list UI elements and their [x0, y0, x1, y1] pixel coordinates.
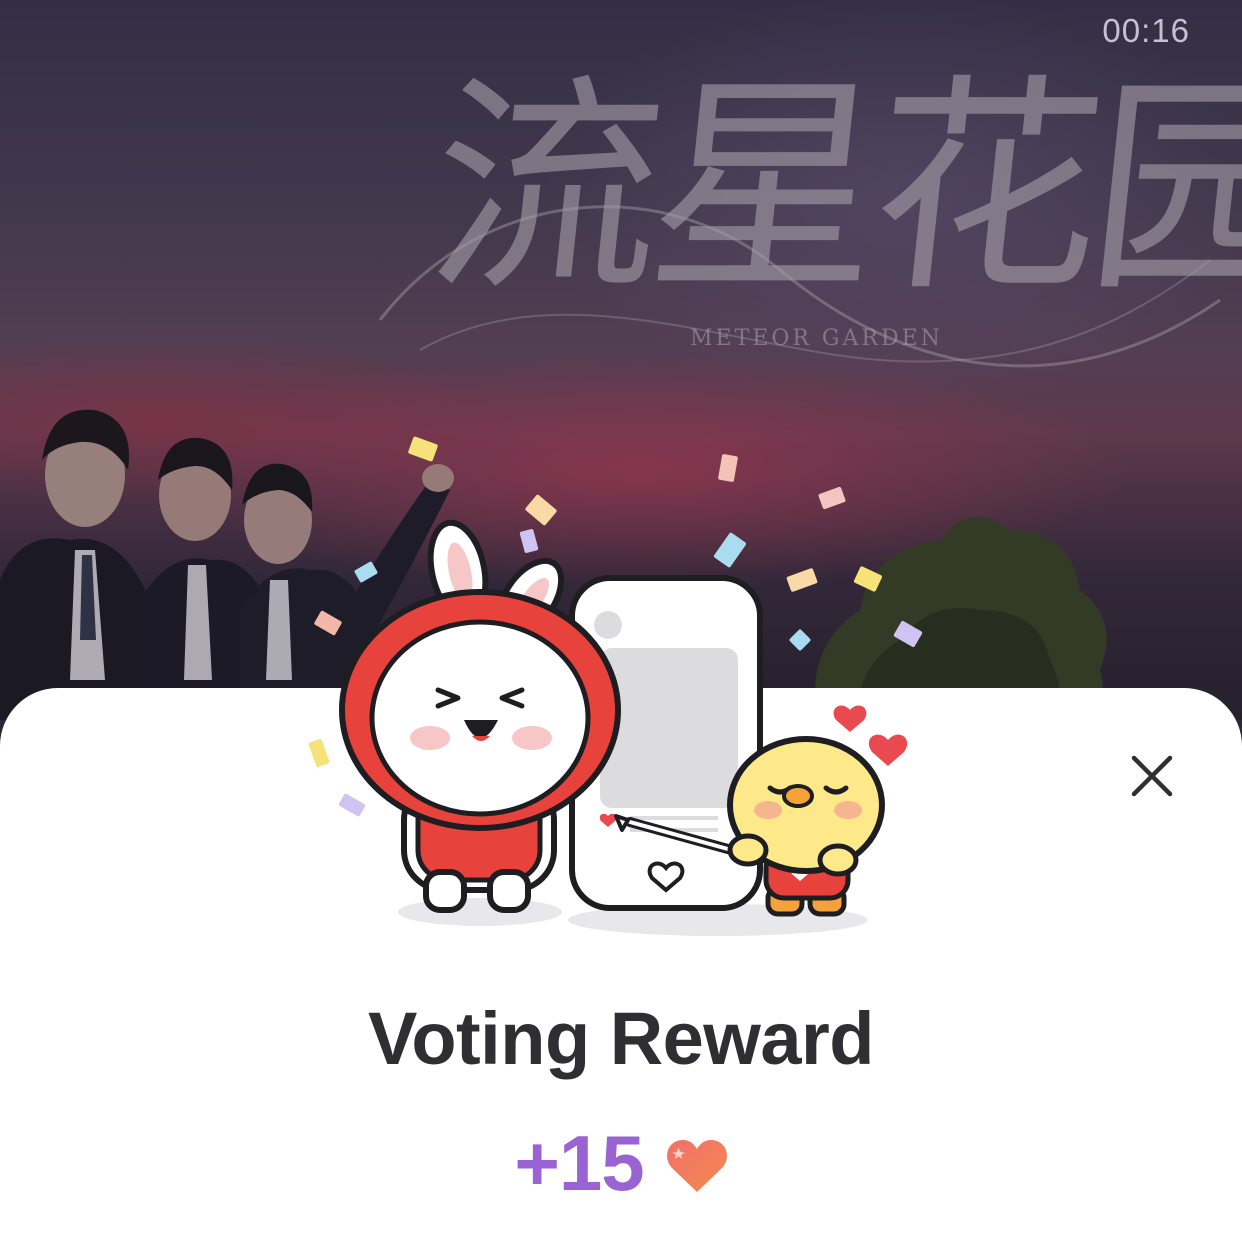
reward-amount-row: +15 [0, 1118, 1242, 1208]
reward-title: Voting Reward [367, 997, 875, 1080]
close-icon [1131, 755, 1173, 797]
reward-amount: +15 [514, 1118, 644, 1207]
heart-icon [666, 1140, 727, 1192]
video-timer: 00:16 [1102, 12, 1190, 49]
close-button[interactable] [1116, 740, 1188, 812]
screen: 流星花园 METEOR GARDEN 00:16 Voting Reward +… [0, 0, 1242, 1242]
ground-shadow [398, 898, 562, 926]
celebration-illustration [308, 436, 923, 936]
